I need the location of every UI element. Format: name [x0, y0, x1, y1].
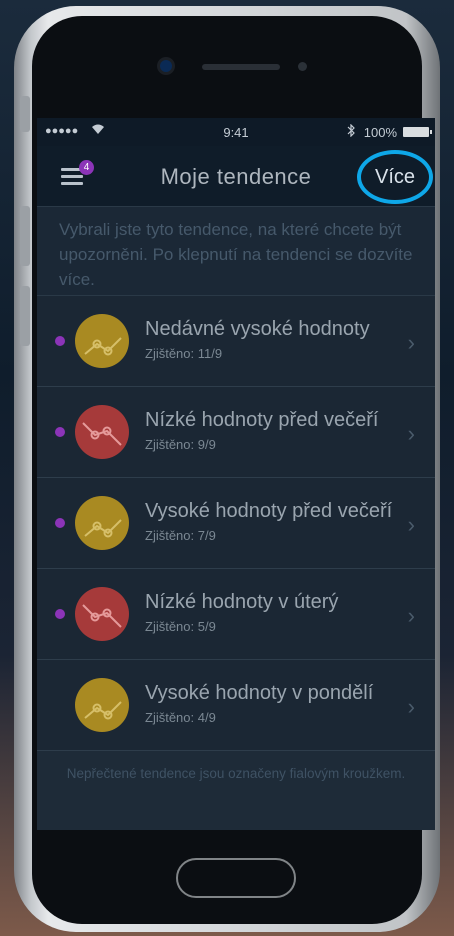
trend-low-icon [75, 405, 129, 459]
trend-detected-date: Zjištěno: 5/9 [145, 619, 216, 634]
trend-row[interactable]: Vysoké hodnoty před večeří Zjištěno: 7/9 › [37, 478, 435, 569]
chevron-right-icon: › [407, 421, 415, 446]
status-bar: ●●●●● 9:41 100% [37, 118, 435, 146]
trend-row[interactable]: Nízké hodnoty v úterý Zjištěno: 5/9 › [37, 569, 435, 660]
trend-title: Nízké hodnoty v úterý [145, 591, 339, 613]
earpiece-speaker [202, 64, 280, 70]
home-button[interactable] [176, 858, 296, 898]
volume-down-button [20, 286, 30, 346]
proximity-sensor [298, 62, 307, 71]
trend-row[interactable]: Nedávné vysoké hodnoty Zjištěno: 11/9 › [37, 296, 435, 387]
unread-dot [55, 336, 65, 346]
trend-high-icon [75, 678, 129, 732]
chevron-right-icon: › [407, 694, 415, 719]
trend-detected-date: Zjištěno: 7/9 [145, 528, 216, 543]
navigation-bar: 4 Moje tendence Více [37, 146, 435, 207]
battery-icon [403, 127, 432, 137]
trend-title: Vysoké hodnoty v pondělí [145, 682, 374, 704]
chevron-right-icon: › [407, 603, 415, 628]
chevron-right-icon: › [407, 330, 415, 355]
trend-detected-date: Zjištěno: 11/9 [145, 346, 223, 361]
trend-high-icon [75, 314, 129, 368]
trend-low-icon [75, 587, 129, 641]
trend-detected-date: Zjištěno: 9/9 [145, 437, 216, 452]
trend-row[interactable]: Vysoké hodnoty v pondělí Zjištěno: 4/9 › [37, 660, 435, 751]
unread-dot [55, 609, 65, 619]
battery-percent: 100% [363, 125, 397, 140]
unread-dot [55, 518, 65, 528]
volume-up-button [20, 206, 30, 266]
intro-text: Vybrali jste tyto tendence, na které chc… [37, 207, 435, 296]
app-screen: ●●●●● 9:41 100% 4 Moje tendence Více Vyb… [37, 118, 435, 830]
trend-detected-date: Zjištěno: 4/9 [145, 710, 216, 725]
unread-dot [55, 427, 65, 437]
trend-title: Nedávné vysoké hodnoty [145, 318, 370, 340]
trend-row[interactable]: Nízké hodnoty před večeří Zjištěno: 9/9 › [37, 387, 435, 478]
trend-title: Vysoké hodnoty před večeří [145, 500, 393, 522]
more-button[interactable]: Více [357, 150, 433, 204]
footer-note: Nepřečtené tendence jsou označeny fialov… [66, 766, 406, 781]
trend-high-icon [75, 496, 129, 550]
front-camera [160, 60, 172, 72]
chevron-right-icon: › [407, 512, 415, 537]
trend-list: Nedávné vysoké hodnoty Zjištěno: 11/9 › Níz… [37, 296, 435, 751]
trend-title: Nízké hodnoty před večeří [145, 409, 379, 431]
bluetooth-icon [347, 123, 355, 140]
mute-switch [20, 96, 30, 132]
